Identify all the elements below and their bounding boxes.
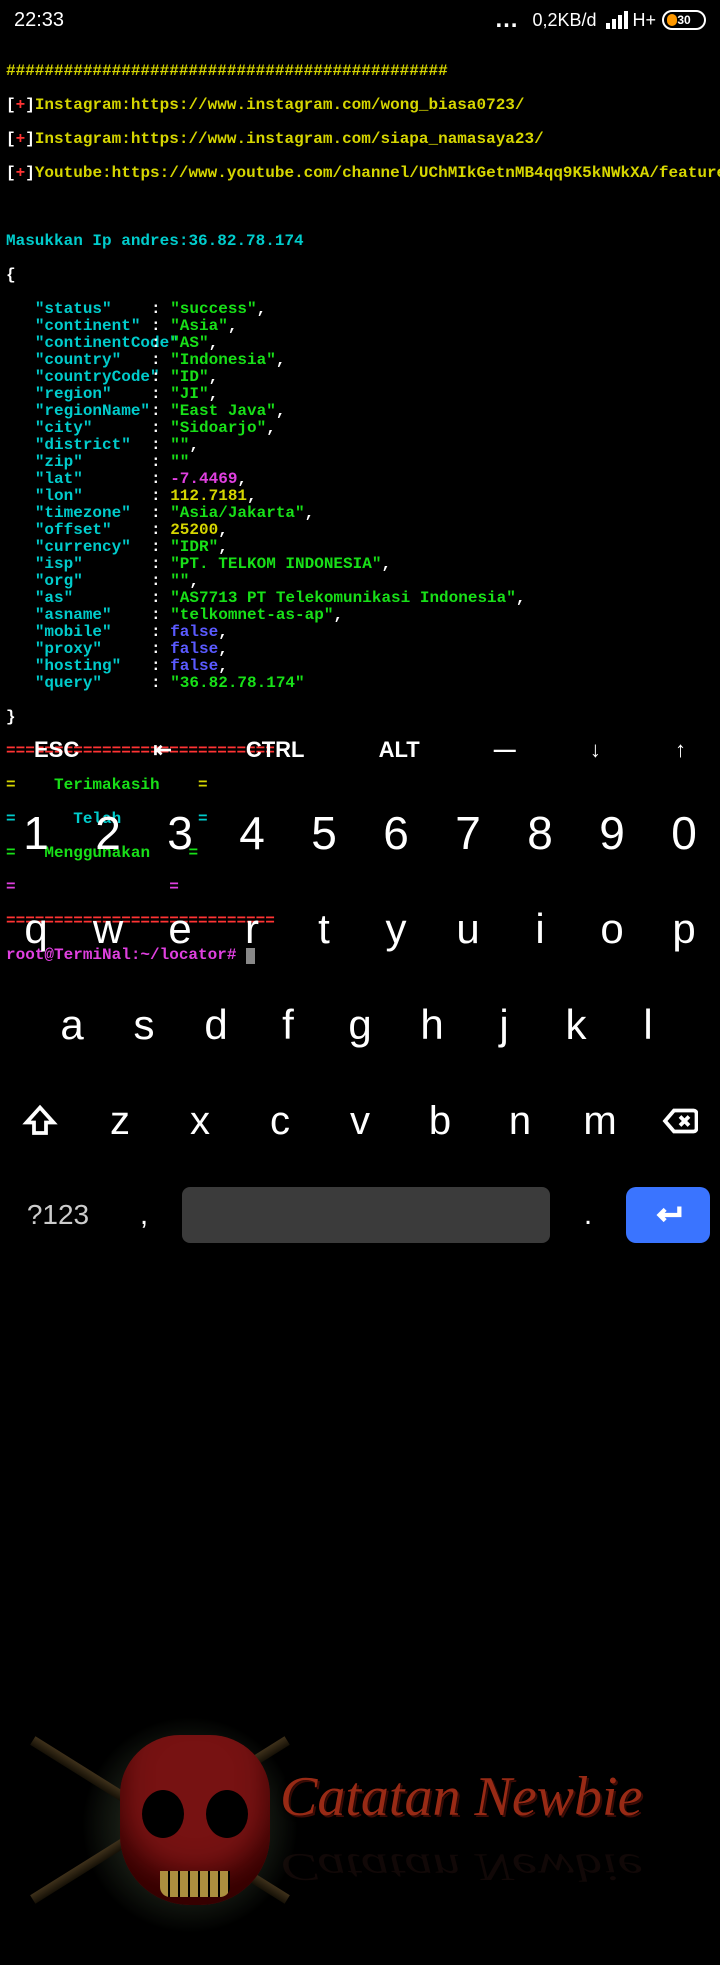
json-field-query: "query": "36.82.78.174" xyxy=(6,675,714,692)
key-f[interactable]: f xyxy=(252,1001,324,1049)
key-9[interactable]: 9 xyxy=(576,806,648,860)
key-e[interactable]: e xyxy=(144,905,216,953)
key-d[interactable]: d xyxy=(180,1001,252,1049)
symbols-mode-key[interactable]: ?123 xyxy=(10,1199,106,1231)
key-n[interactable]: n xyxy=(480,1099,560,1144)
overflow-dots-icon: … xyxy=(494,6,520,34)
signal-bars-icon xyxy=(606,11,628,29)
key-u[interactable]: u xyxy=(432,905,504,953)
json-field-offset: "offset": 25200, xyxy=(6,522,714,539)
tab-key[interactable]: ⇤ xyxy=(153,737,171,763)
ip-prompt: Masukkan Ip andres:36.82.78.174 xyxy=(6,233,714,250)
soft-keyboard: Catatan Newbie Catatan Newbie 1234567890… xyxy=(0,785,720,1280)
key-k[interactable]: k xyxy=(540,1001,612,1049)
shift-key[interactable] xyxy=(0,1103,80,1139)
down-key[interactable]: ↓ xyxy=(590,737,601,763)
json-field-asname: "asname": "telkomnet-as-ap", xyxy=(6,607,714,624)
json-brace-open: { xyxy=(6,267,714,284)
enter-key[interactable] xyxy=(626,1187,710,1243)
clock: 22:33 xyxy=(14,9,64,32)
json-field-lat: "lat": -7.4469, xyxy=(6,471,714,488)
key-m[interactable]: m xyxy=(560,1099,640,1144)
link-line-youtube: [+]Youtube:https://www.youtube.com/chann… xyxy=(6,165,714,182)
key-y[interactable]: y xyxy=(360,905,432,953)
key-8[interactable]: 8 xyxy=(504,806,576,860)
json-field-region: "region": "JI", xyxy=(6,386,714,403)
json-field-hosting: "hosting": false, xyxy=(6,658,714,675)
key-5[interactable]: 5 xyxy=(288,806,360,860)
key-t[interactable]: t xyxy=(288,905,360,953)
json-field-org: "org": "", xyxy=(6,573,714,590)
json-field-currency: "currency": "IDR", xyxy=(6,539,714,556)
minus-key[interactable]: — xyxy=(494,737,516,763)
json-field-countryCode: "countryCode": "ID", xyxy=(6,369,714,386)
json-field-country: "country": "Indonesia", xyxy=(6,352,714,369)
json-field-zip: "zip": "" xyxy=(6,454,714,471)
key-z[interactable]: z xyxy=(80,1099,160,1144)
key-s[interactable]: s xyxy=(108,1001,180,1049)
ctrl-key[interactable]: CTRL xyxy=(246,737,305,763)
comma-key[interactable]: , xyxy=(114,1198,174,1232)
key-o[interactable]: o xyxy=(576,905,648,953)
json-field-mobile: "mobile": false, xyxy=(6,624,714,641)
key-6[interactable]: 6 xyxy=(360,806,432,860)
backspace-key[interactable] xyxy=(640,1103,720,1139)
key-2[interactable]: 2 xyxy=(72,806,144,860)
json-field-continentCode: "continentCode": "AS", xyxy=(6,335,714,352)
key-p[interactable]: p xyxy=(648,905,720,953)
termux-extra-keys: ESC ⇤ CTRL ALT — ↓ ↑ xyxy=(0,722,720,778)
json-field-lon: "lon": 112.7181, xyxy=(6,488,714,505)
json-field-timezone: "timezone": "Asia/Jakarta", xyxy=(6,505,714,522)
banner-hashes: ########################################… xyxy=(6,63,714,80)
skull-icon xyxy=(120,1735,270,1905)
key-v[interactable]: v xyxy=(320,1099,400,1144)
key-q[interactable]: q xyxy=(0,905,72,953)
android-status-bar: 22:33 … 0,2KB/d H+ 30 xyxy=(0,0,720,40)
key-x[interactable]: x xyxy=(160,1099,240,1144)
link-line-instagram1: [+]Instagram:https://www.instagram.com/w… xyxy=(6,97,714,114)
network-type: H+ xyxy=(632,10,656,31)
alt-key[interactable]: ALT xyxy=(379,737,420,763)
key-h[interactable]: h xyxy=(396,1001,468,1049)
key-j[interactable]: j xyxy=(468,1001,540,1049)
key-a[interactable]: a xyxy=(36,1001,108,1049)
json-field-city: "city": "Sidoarjo", xyxy=(6,420,714,437)
link-line-instagram2: [+]Instagram:https://www.instagram.com/s… xyxy=(6,131,714,148)
json-field-continent: "continent": "Asia", xyxy=(6,318,714,335)
key-l[interactable]: l xyxy=(612,1001,684,1049)
json-field-proxy: "proxy": false, xyxy=(6,641,714,658)
key-g[interactable]: g xyxy=(324,1001,396,1049)
json-field-status: "status": "success", xyxy=(6,301,714,318)
key-b[interactable]: b xyxy=(400,1099,480,1144)
esc-key[interactable]: ESC xyxy=(34,737,79,763)
key-c[interactable]: c xyxy=(240,1099,320,1144)
up-key[interactable]: ↑ xyxy=(675,737,686,763)
period-key[interactable]: . xyxy=(558,1198,618,1232)
key-w[interactable]: w xyxy=(72,905,144,953)
battery-icon: 30 xyxy=(662,10,706,30)
keyboard-background-art: Catatan Newbie Catatan Newbie xyxy=(40,1705,720,1965)
json-field-as: "as": "AS7713 PT Telekomunikasi Indonesi… xyxy=(6,590,714,607)
json-field-regionName: "regionName": "East Java", xyxy=(6,403,714,420)
key-0[interactable]: 0 xyxy=(648,806,720,860)
key-3[interactable]: 3 xyxy=(144,806,216,860)
json-field-isp: "isp": "PT. TELKOM INDONESIA", xyxy=(6,556,714,573)
key-4[interactable]: 4 xyxy=(216,806,288,860)
key-r[interactable]: r xyxy=(216,905,288,953)
key-7[interactable]: 7 xyxy=(432,806,504,860)
key-i[interactable]: i xyxy=(504,905,576,953)
space-key[interactable] xyxy=(182,1187,550,1243)
key-1[interactable]: 1 xyxy=(0,806,72,860)
json-field-district: "district": "", xyxy=(6,437,714,454)
network-speed: 0,2KB/d xyxy=(532,10,596,31)
